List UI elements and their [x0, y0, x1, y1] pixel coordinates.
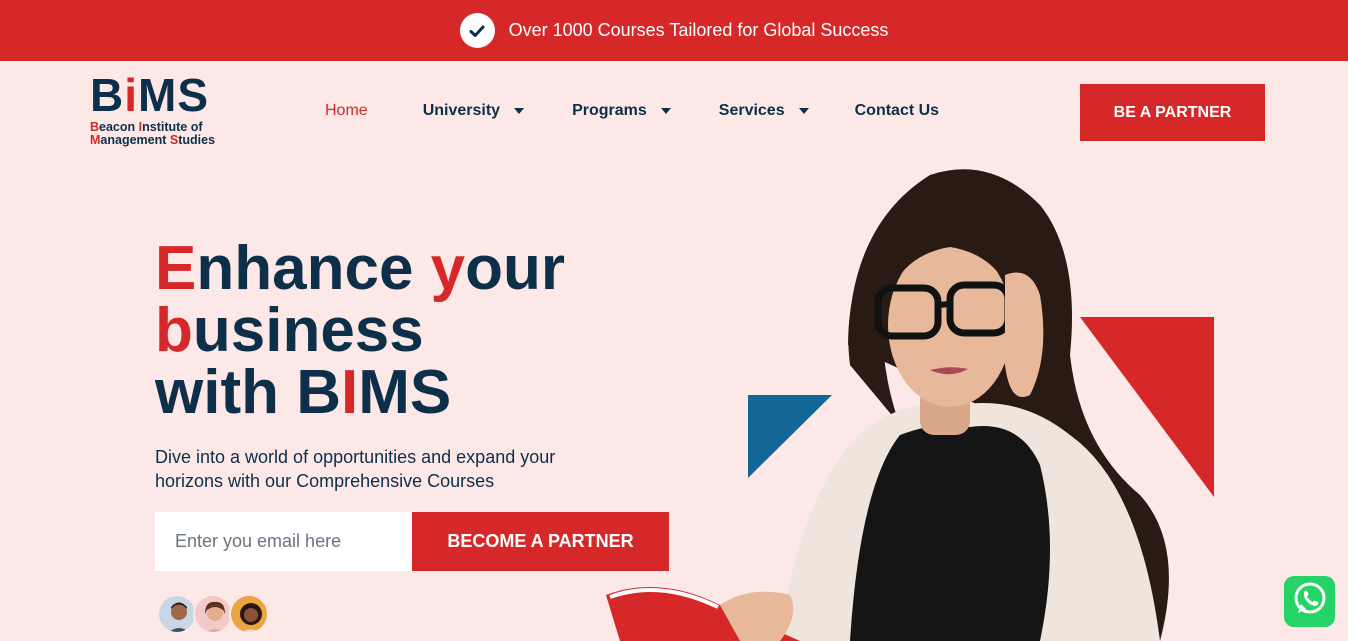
check-icon [459, 13, 495, 48]
avatar [193, 594, 233, 634]
announcement-text: Over 1000 Courses Tailored for Global Su… [508, 20, 889, 40]
nav-item-programs[interactable]: Programs [572, 102, 671, 120]
nav-item-contact-us[interactable]: Contact Us [855, 102, 939, 120]
nav-item-university[interactable]: University [423, 102, 525, 120]
hero-heading: Enhance your business with BIMS [155, 234, 566, 427]
logo-tagline: Beacon Institute of Management Studies [90, 120, 216, 147]
main-nav: Home University Programs Services Contac… [325, 100, 939, 122]
whatsapp-button[interactable] [1284, 576, 1335, 627]
be-a-partner-button[interactable]: BE A PARTNER [1080, 84, 1265, 141]
hero-student-image [606, 169, 1214, 641]
logo-mark: BiMS [90, 69, 210, 121]
hero-description: Dive into a world of opportunities and e… [155, 447, 556, 491]
announcement-bar: Over 1000 Courses Tailored for Global Su… [0, 0, 1348, 61]
bims-logo[interactable]: BiMS Beacon Institute of Management Stud… [90, 72, 240, 156]
avatar [229, 594, 269, 634]
nav-item-home[interactable]: Home [325, 102, 368, 120]
chevron-down-icon [660, 108, 671, 114]
avatar [157, 594, 197, 634]
nav-item-services[interactable]: Services [719, 102, 809, 120]
whatsapp-icon [1291, 580, 1329, 623]
student-avatars [157, 594, 269, 634]
email-input[interactable] [155, 512, 412, 571]
chevron-down-icon [798, 108, 809, 114]
chevron-down-icon [514, 108, 525, 114]
